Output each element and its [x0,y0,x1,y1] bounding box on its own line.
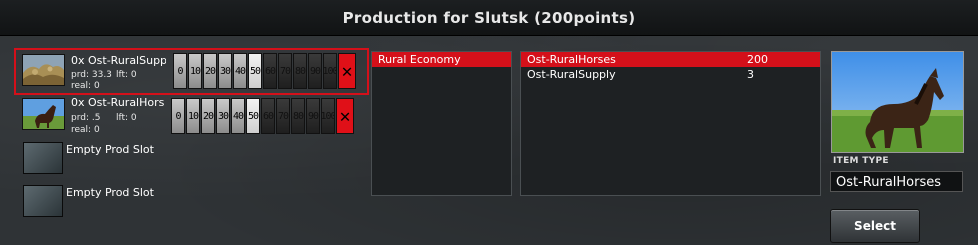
slot-name: 0x Ost-RuralHors [71,96,165,109]
quantity-buttons: 0 10 20 30 40 50 60 70 80 90 100 ✕ [171,98,355,134]
horse-preview-icon [832,52,963,152]
title-bar: Production for Slutsk (200points) [0,0,978,36]
qty-button-10[interactable]: 10 [188,53,202,89]
category-item-rural-economy[interactable]: Rural Economy [372,52,511,67]
slot-prd: prd: 33.3 [71,70,112,80]
category-label: Rural Economy [378,53,461,66]
item-value: 3 [747,68,754,81]
qty-button-40[interactable]: 40 [233,53,247,89]
qty-button-100[interactable]: 100 [321,98,335,134]
item-preview-image [831,51,964,153]
slot-real: real: 0 [71,125,100,135]
empty-prod-slot-2[interactable]: Empty Prod Slot [20,185,180,217]
qty-button-70[interactable]: 70 [276,98,290,134]
slot-name: 0x Ost-RuralSupp [71,54,166,67]
qty-button-90[interactable]: 90 [308,53,322,89]
item-list[interactable]: Ost-RuralHorses 200 Ost-RuralSupply 3 [520,51,821,196]
empty-slot-icon [23,142,63,174]
delete-icon[interactable]: ✕ [338,53,356,89]
qty-button-70[interactable]: 70 [278,53,292,89]
slot-prd: prd: .5 [71,113,101,123]
window-title: Production for Slutsk (200points) [342,8,636,27]
prod-slot-2[interactable]: 0x Ost-RuralHors prd: .5 lft: 0 real: 0 … [16,94,365,137]
delete-icon[interactable]: ✕ [336,98,354,134]
empty-slot-label: Empty Prod Slot [66,186,154,199]
empty-prod-slot-1[interactable]: Empty Prod Slot [20,142,180,174]
item-row[interactable]: Ost-RuralHorses 200 [521,52,820,67]
item-type-field: Ost-RuralHorses [830,171,963,192]
qty-button-20[interactable]: 20 [203,53,217,89]
item-name: Ost-RuralSupply [527,68,616,81]
qty-button-30[interactable]: 30 [216,98,230,134]
qty-button-60[interactable]: 60 [261,98,275,134]
qty-button-20[interactable]: 20 [201,98,215,134]
item-name: Ost-RuralHorses [527,53,616,66]
rocks-supply-icon [22,54,65,86]
slot-real: real: 0 [71,81,100,91]
qty-button-80[interactable]: 80 [293,53,307,89]
category-list[interactable]: Rural Economy [371,51,512,196]
qty-button-0[interactable]: 0 [171,98,185,134]
empty-slot-icon [23,185,63,217]
qty-button-80[interactable]: 80 [291,98,305,134]
item-value: 200 [747,53,768,66]
qty-button-0[interactable]: 0 [173,53,187,89]
qty-button-90[interactable]: 90 [306,98,320,134]
slot-lft: lft: 0 [116,113,137,123]
prod-slot-1[interactable]: 0x Ost-RuralSupp prd: 33.3 lft: 0 real: … [14,48,369,95]
item-type-heading: ITEM TYPE [833,156,889,166]
slot-lft: lft: 0 [116,70,137,80]
horse-icon [22,98,65,130]
quantity-buttons: 0 10 20 30 40 50 60 70 80 90 100 ✕ [173,53,357,89]
qty-button-40[interactable]: 40 [231,98,245,134]
select-button[interactable]: Select [830,209,920,243]
qty-button-60[interactable]: 60 [263,53,277,89]
qty-button-100[interactable]: 100 [323,53,337,89]
item-row[interactable]: Ost-RuralSupply 3 [521,67,820,82]
qty-button-50[interactable]: 50 [246,98,260,134]
empty-slot-label: Empty Prod Slot [66,143,154,156]
qty-button-10[interactable]: 10 [186,98,200,134]
qty-button-30[interactable]: 30 [218,53,232,89]
qty-button-50[interactable]: 50 [248,53,262,89]
